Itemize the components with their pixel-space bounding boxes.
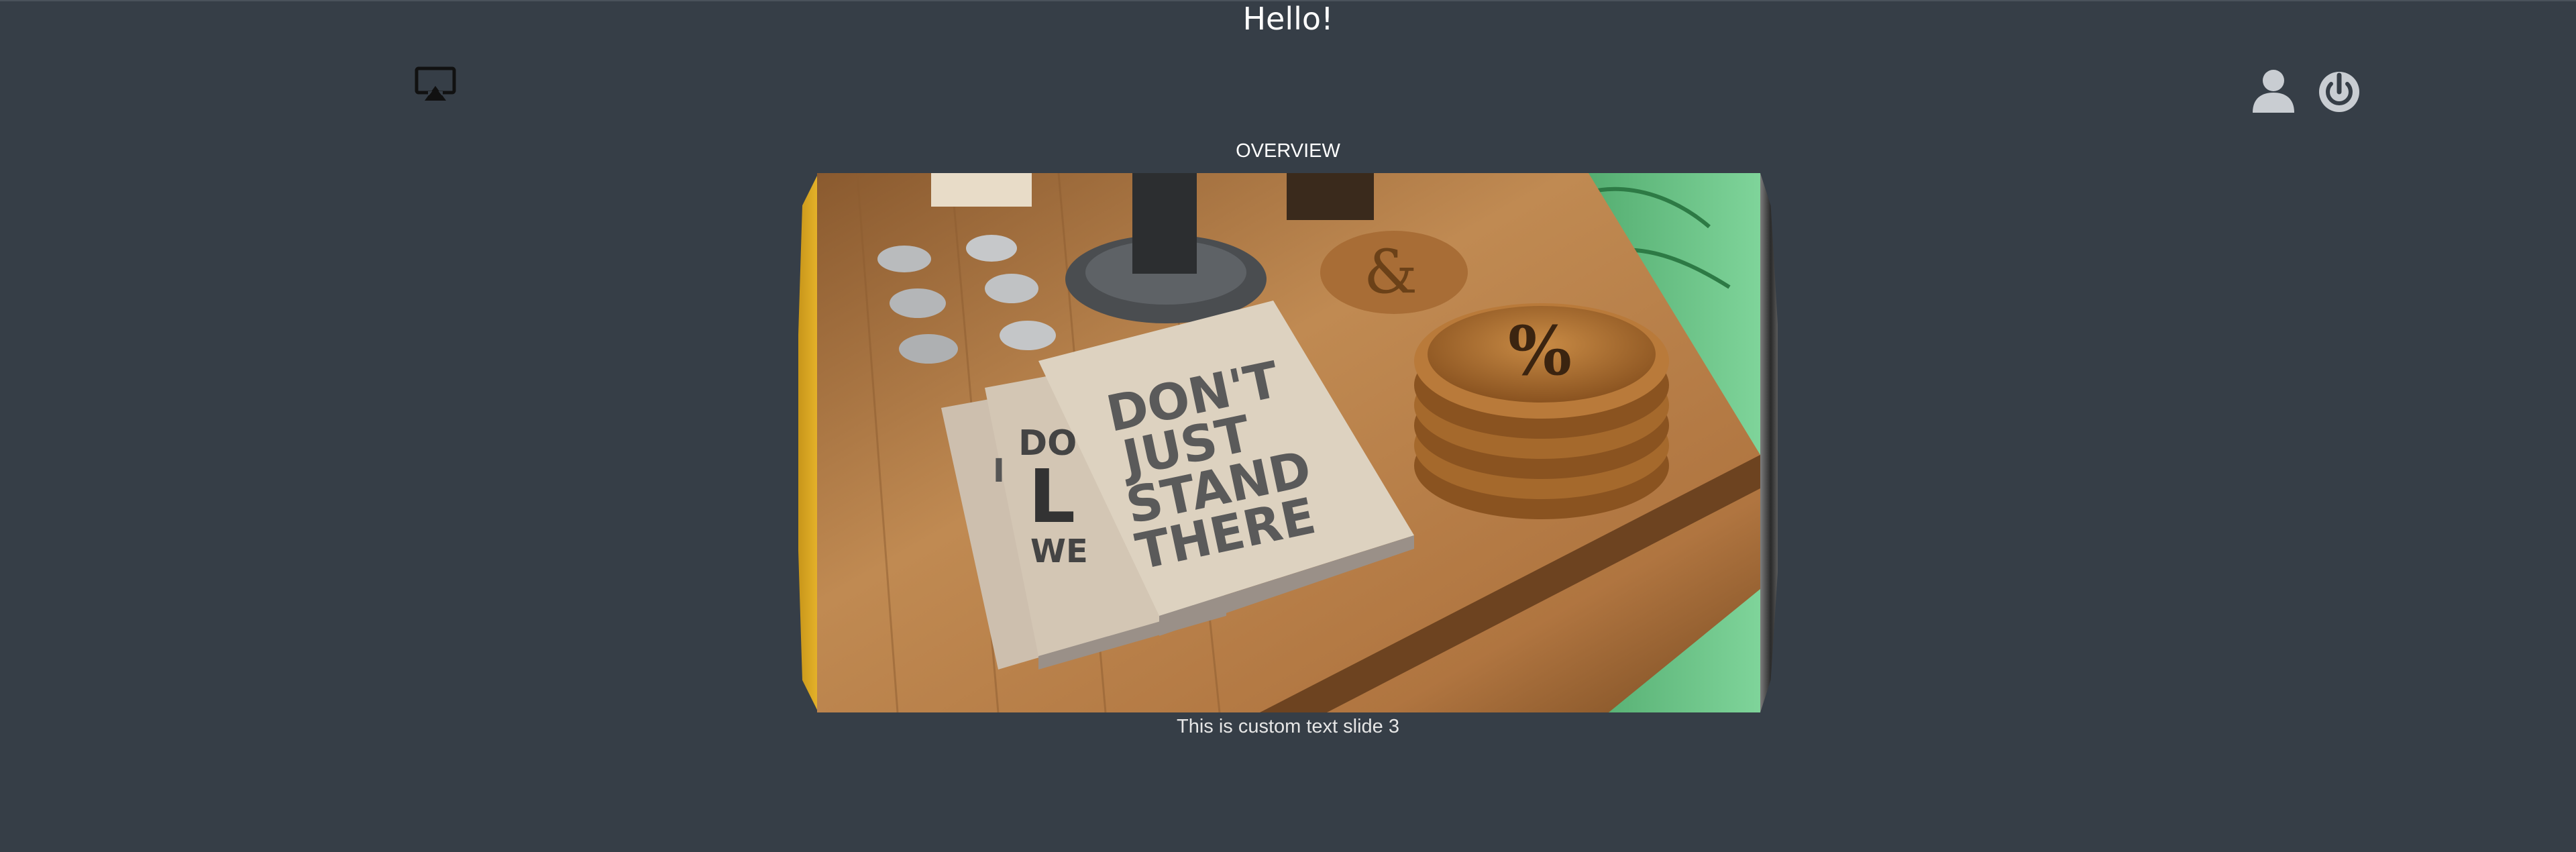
user-account-button[interactable] — [2251, 67, 2296, 114]
previous-slide-edge[interactable] — [798, 173, 818, 712]
greeting-title: Hello! — [1242, 1, 1334, 37]
next-slide-edge[interactable] — [1760, 173, 1778, 712]
svg-text:&: & — [1364, 237, 1417, 307]
coaster-symbol: % — [1508, 311, 1572, 390]
svg-text:WE: WE — [1030, 533, 1088, 570]
user-icon — [2253, 70, 2294, 113]
app-screen: Hello! OVERVIEW & I DO L WE DON'T JUST S… — [0, 0, 2576, 852]
image-carousel: & I DO L WE DON'T JUST STAND THERE % — [798, 173, 1778, 712]
airplay-icon — [415, 66, 456, 101]
power-button[interactable] — [2317, 67, 2361, 114]
slide-photo: & I DO L WE DON'T JUST STAND THERE % — [817, 173, 1760, 712]
svg-text:I: I — [993, 452, 1005, 490]
slide-caption: This is custom text slide 3 — [1177, 716, 1399, 737]
svg-text:L: L — [1028, 454, 1075, 539]
active-slide-image[interactable]: & I DO L WE DON'T JUST STAND THERE % — [817, 173, 1760, 712]
power-icon — [2319, 72, 2359, 112]
airplay-button[interactable] — [415, 66, 456, 103]
carousel-title: OVERVIEW — [1236, 140, 1340, 162]
